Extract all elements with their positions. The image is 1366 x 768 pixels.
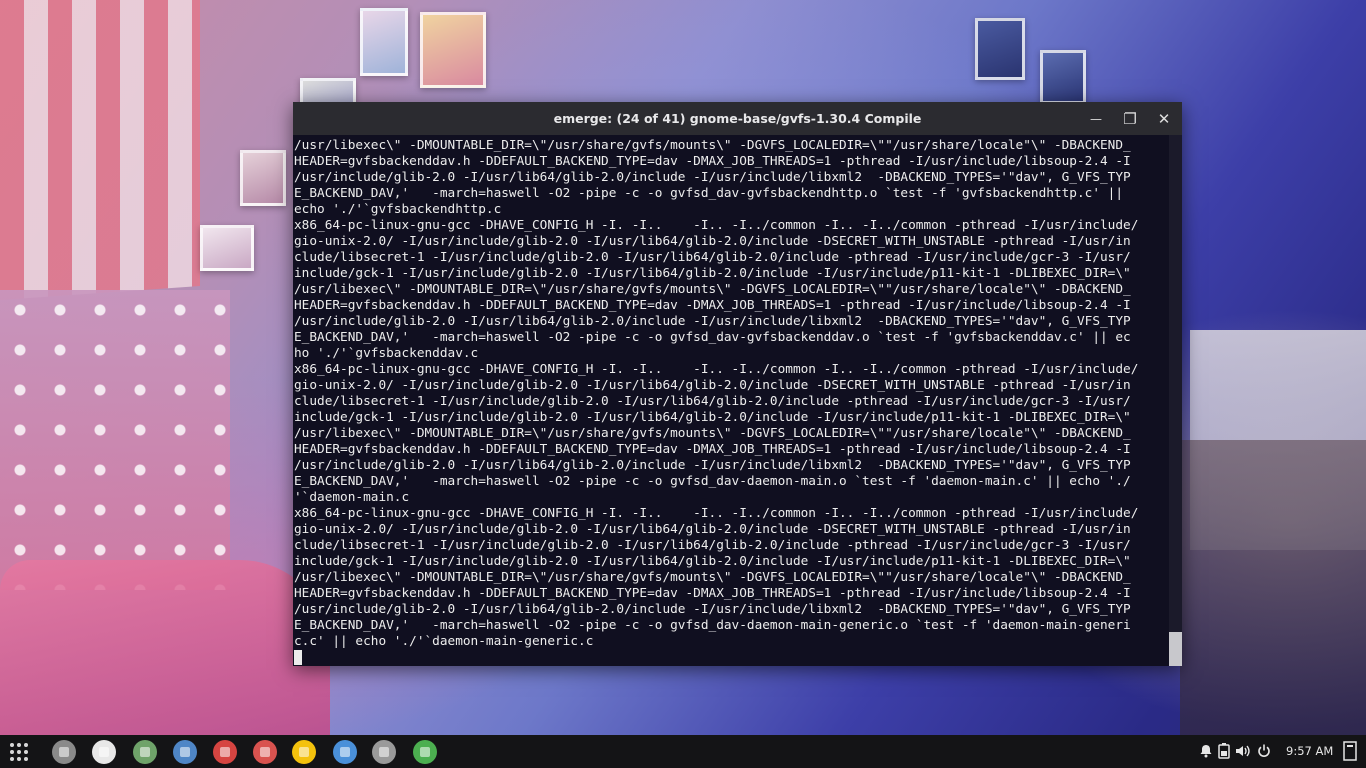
terminal-line: c.c' || echo './'`daemon-main-generic.c	[294, 634, 594, 649]
document-icon-glyph	[340, 747, 350, 757]
minimize-button[interactable]: —	[1080, 102, 1112, 135]
terminal-line: /usr/include/glib-2.0 -I/usr/lib64/glib-…	[294, 458, 1131, 473]
terminal-line: /usr/include/glib-2.0 -I/usr/lib64/glib-…	[294, 170, 1131, 185]
terminal-line: include/gck-1 -I/usr/include/glib-2.0 -I…	[294, 410, 1131, 425]
terminal-line: gio-unix-2.0/ -I/usr/include/glib-2.0 -I…	[294, 234, 1131, 249]
text-editor-icon[interactable]	[213, 740, 237, 764]
image-viewer-icon-glyph	[379, 747, 389, 757]
terminal-line: E_BACKEND_DAV,' -march=haswell -O2 -pipe…	[294, 618, 1131, 633]
terminal-line: E_BACKEND_DAV,' -march=haswell -O2 -pipe…	[294, 186, 1124, 201]
document-icon[interactable]	[333, 740, 357, 764]
spreadsheet-icon[interactable]	[413, 740, 437, 764]
terminal-line: clude/libsecret-1 -I/usr/include/glib-2.…	[294, 538, 1131, 553]
terminal-text: /usr/libexec\" -DMOUNTABLE_DIR=\"/usr/sh…	[293, 135, 1169, 666]
spreadsheet-icon-glyph	[420, 747, 430, 757]
wallpaper-poster	[420, 12, 486, 88]
wallpaper-desk	[1180, 440, 1366, 735]
files-icon[interactable]	[52, 740, 76, 764]
wallpaper-poster	[360, 8, 408, 76]
chrome-icon[interactable]	[292, 740, 316, 764]
wallpaper-flag-stripes	[0, 0, 200, 300]
battery-icon[interactable]	[1216, 743, 1232, 759]
terminal-line: /usr/libexec\" -DMOUNTABLE_DIR=\"/usr/sh…	[294, 282, 1131, 297]
terminal-line: HEADER=gvfsbackenddav.h -DDEFAULT_BACKEN…	[294, 442, 1131, 457]
app-launcher-button[interactable]	[8, 741, 30, 763]
terminal-line: gio-unix-2.0/ -I/usr/include/glib-2.0 -I…	[294, 378, 1131, 393]
maximize-button[interactable]: ❐	[1114, 102, 1146, 135]
terminal-app-icon-glyph	[99, 747, 109, 757]
text-editor-icon-glyph	[220, 747, 230, 757]
terminal-line: x86_64-pc-linux-gnu-gcc -DHAVE_CONFIG_H …	[294, 218, 1139, 233]
wallpaper-poster	[975, 18, 1025, 80]
toggle-app-icon[interactable]	[133, 740, 157, 764]
notification-panel-icon[interactable]	[1342, 741, 1358, 761]
power-app-icon-glyph	[260, 747, 270, 757]
settings-tools-icon[interactable]	[173, 740, 197, 764]
terminal-line: ho './'`gvfsbackenddav.c	[294, 346, 479, 361]
scrollbar-thumb[interactable]	[1169, 632, 1182, 666]
terminal-line: x86_64-pc-linux-gnu-gcc -DHAVE_CONFIG_H …	[294, 362, 1139, 377]
terminal-line: echo './'`gvfsbackendhttp.c	[294, 202, 502, 217]
files-icon-glyph	[59, 747, 69, 757]
power-app-icon[interactable]	[253, 740, 277, 764]
taskbar-shelf: 9:57 AM	[0, 735, 1366, 768]
terminal-line: clude/libsecret-1 -I/usr/include/glib-2.…	[294, 250, 1131, 265]
terminal-line: E_BACKEND_DAV,' -march=haswell -O2 -pipe…	[294, 474, 1131, 489]
chrome-icon-glyph	[299, 747, 309, 757]
wallpaper-poster	[240, 150, 286, 206]
settings-tools-icon-glyph	[180, 747, 190, 757]
terminal-app-icon[interactable]	[92, 740, 116, 764]
terminal-line: /usr/include/glib-2.0 -I/usr/lib64/glib-…	[294, 314, 1131, 329]
maximize-icon: ❐	[1123, 109, 1137, 128]
close-icon: ✕	[1157, 109, 1171, 128]
terminal-line: E_BACKEND_DAV,' -march=haswell -O2 -pipe…	[294, 330, 1131, 345]
terminal-line: include/gck-1 -I/usr/include/glib-2.0 -I…	[294, 554, 1131, 569]
terminal-line: HEADER=gvfsbackenddav.h -DDEFAULT_BACKEN…	[294, 298, 1131, 313]
wallpaper-bed	[0, 560, 330, 735]
terminal-line: clude/libsecret-1 -I/usr/include/glib-2.…	[294, 394, 1131, 409]
bell-icon[interactable]	[1198, 743, 1214, 759]
image-viewer-icon[interactable]	[372, 740, 396, 764]
terminal-line: /usr/libexec\" -DMOUNTABLE_DIR=\"/usr/sh…	[294, 570, 1131, 585]
wallpaper-poster	[1040, 50, 1086, 104]
terminal-line: x86_64-pc-linux-gnu-gcc -DHAVE_CONFIG_H …	[294, 506, 1139, 521]
toggle-app-icon-glyph	[140, 747, 150, 757]
terminal-line: /usr/include/glib-2.0 -I/usr/lib64/glib-…	[294, 602, 1131, 617]
terminal-line: HEADER=gvfsbackenddav.h -DDEFAULT_BACKEN…	[294, 586, 1131, 601]
terminal-line: /usr/libexec\" -DMOUNTABLE_DIR=\"/usr/sh…	[294, 426, 1131, 441]
terminal-line: HEADER=gvfsbackenddav.h -DDEFAULT_BACKEN…	[294, 154, 1131, 169]
minimize-icon: —	[1090, 111, 1102, 126]
terminal-line: include/gck-1 -I/usr/include/glib-2.0 -I…	[294, 266, 1131, 281]
terminal-cursor	[294, 650, 302, 665]
window-titlebar[interactable]: emerge: (24 of 41) gnome-base/gvfs-1.30.…	[293, 102, 1182, 135]
wallpaper-flag-stars	[0, 290, 230, 590]
terminal-output[interactable]: /usr/libexec\" -DMOUNTABLE_DIR=\"/usr/sh…	[293, 135, 1169, 666]
terminal-line: gio-unix-2.0/ -I/usr/include/glib-2.0 -I…	[294, 522, 1131, 537]
power-icon[interactable]	[1256, 743, 1272, 759]
volume-icon[interactable]	[1235, 743, 1251, 759]
terminal-line: /usr/libexec\" -DMOUNTABLE_DIR=\"/usr/sh…	[294, 138, 1131, 153]
terminal-scrollbar[interactable]	[1169, 135, 1182, 666]
close-button[interactable]: ✕	[1148, 102, 1180, 135]
clock[interactable]: 9:57 AM	[1286, 744, 1333, 758]
terminal-line: '`daemon-main.c	[294, 490, 410, 505]
terminal-window[interactable]: emerge: (24 of 41) gnome-base/gvfs-1.30.…	[293, 102, 1182, 666]
window-title: emerge: (24 of 41) gnome-base/gvfs-1.30.…	[553, 111, 922, 126]
wallpaper-poster	[200, 225, 254, 271]
